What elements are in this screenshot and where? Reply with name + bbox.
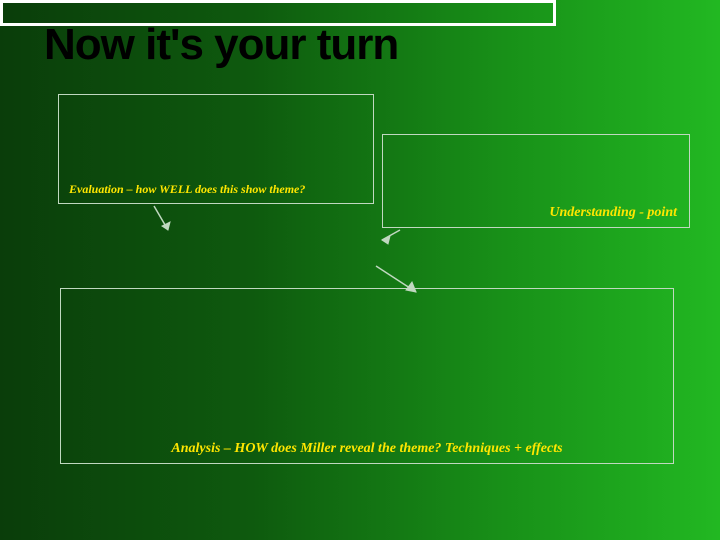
evaluation-box: Evaluation – how WELL does this show the… xyxy=(58,94,374,204)
evaluation-label: Evaluation – how WELL does this show the… xyxy=(69,182,305,197)
arrow-eval-to-white xyxy=(148,204,178,240)
slide-title: Now it's your turn xyxy=(44,20,398,70)
analysis-box: Analysis – HOW does Miller reveal the th… xyxy=(60,288,674,464)
arrow-understand-to-white xyxy=(376,228,404,246)
slide: Now it's your turn Evaluation – how WELL… xyxy=(0,0,720,540)
understanding-box: Understanding - point xyxy=(382,134,690,228)
understanding-label: Understanding - point xyxy=(549,205,677,221)
analysis-label: Analysis – HOW does Miller reveal the th… xyxy=(61,441,673,457)
